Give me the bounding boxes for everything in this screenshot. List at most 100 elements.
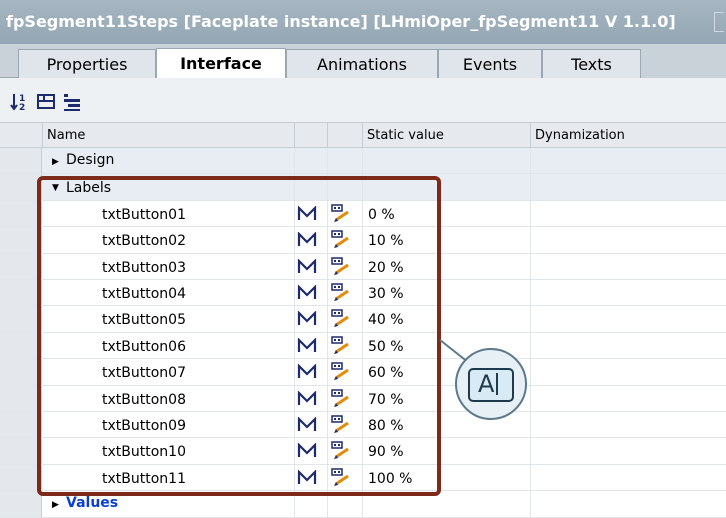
tree-group-design[interactable]: ▶ Design bbox=[0, 148, 726, 175]
row-name: txtButton08 bbox=[102, 391, 186, 408]
dynamic-property-icon[interactable] bbox=[297, 469, 317, 486]
tab-bar-filler bbox=[641, 49, 726, 78]
collapse-all-icon[interactable] bbox=[62, 91, 82, 111]
expand-all-icon[interactable] bbox=[36, 91, 56, 111]
cell-separator bbox=[362, 306, 363, 332]
tab-interface[interactable]: Interface bbox=[156, 48, 286, 78]
row-name: txtButton02 bbox=[102, 233, 186, 250]
column-header-dynamization[interactable]: Dynamization bbox=[530, 123, 726, 149]
edit-text-list-icon[interactable] bbox=[330, 309, 352, 329]
row-gutter bbox=[0, 306, 42, 332]
tab-animations[interactable]: Animations bbox=[286, 49, 438, 78]
edit-text-list-icon[interactable] bbox=[330, 362, 352, 382]
row-static-value: 90 % bbox=[368, 444, 404, 461]
cell-separator bbox=[362, 385, 363, 411]
group-label-labels: Labels bbox=[66, 180, 112, 197]
tab-bar: Properties Interface Animations Events T… bbox=[0, 44, 726, 78]
dynamic-property-icon[interactable] bbox=[297, 310, 317, 327]
cell-separator bbox=[362, 200, 363, 227]
edit-text-list-icon[interactable] bbox=[330, 230, 352, 250]
dynamic-property-icon[interactable] bbox=[297, 205, 317, 222]
row-name: txtButton11 bbox=[102, 470, 186, 487]
cell-separator bbox=[362, 280, 363, 306]
edit-text-list-icon[interactable] bbox=[330, 336, 352, 356]
collapse-arrow-icon[interactable]: ▼ bbox=[52, 183, 59, 193]
table-row[interactable]: txtButton06 50 % bbox=[0, 332, 726, 360]
cell-separator bbox=[530, 174, 531, 200]
cell-separator bbox=[294, 438, 295, 464]
cell-separator bbox=[294, 174, 295, 200]
column-header-label: Name bbox=[47, 128, 86, 143]
tab-events[interactable]: Events bbox=[438, 49, 542, 78]
edit-text-list-icon[interactable] bbox=[330, 441, 352, 461]
row-static-value: 70 % bbox=[368, 391, 404, 408]
row-gutter bbox=[0, 253, 42, 279]
cell-separator bbox=[362, 412, 363, 438]
table-row[interactable]: txtButton10 90 % bbox=[0, 438, 726, 465]
expand-arrow-icon[interactable]: ▶ bbox=[52, 500, 59, 510]
row-static-value: 60 % bbox=[368, 365, 404, 382]
svg-text:2: 2 bbox=[19, 103, 25, 113]
row-name: txtButton03 bbox=[102, 259, 186, 276]
dynamic-property-icon[interactable] bbox=[297, 442, 317, 459]
toolbar: 1 2 bbox=[0, 78, 726, 122]
edit-text-list-icon[interactable] bbox=[330, 468, 352, 488]
row-gutter bbox=[0, 174, 42, 200]
row-name: txtButton05 bbox=[102, 312, 186, 329]
dynamic-property-icon[interactable] bbox=[297, 363, 317, 380]
edit-text-list-icon[interactable] bbox=[330, 256, 352, 277]
cell-separator bbox=[327, 385, 328, 411]
edit-text-list-icon[interactable] bbox=[330, 415, 352, 435]
tab-properties[interactable]: Properties bbox=[18, 49, 156, 78]
cell-separator bbox=[327, 280, 328, 306]
edit-text-list-icon[interactable] bbox=[330, 204, 352, 224]
row-static-value: 80 % bbox=[368, 418, 404, 434]
sort-icon[interactable]: 1 2 bbox=[10, 91, 30, 113]
tab-texts[interactable]: Texts bbox=[542, 49, 641, 78]
cell-separator bbox=[327, 174, 328, 200]
table-row[interactable]: txtButton11 100 % bbox=[0, 464, 726, 492]
table-row[interactable]: txtButton01 0 % bbox=[0, 200, 726, 228]
row-name: txtButton10 bbox=[102, 444, 186, 461]
column-header-label: Static value bbox=[367, 128, 444, 143]
expand-arrow-icon[interactable]: ▶ bbox=[52, 157, 59, 167]
edit-text-list-icon[interactable] bbox=[330, 388, 352, 409]
row-name: txtButton09 bbox=[102, 418, 186, 434]
cell-separator bbox=[294, 491, 295, 517]
table-row[interactable]: txtButton02 10 % bbox=[0, 227, 726, 254]
table-row[interactable]: txtButton07 60 % bbox=[0, 359, 726, 386]
dynamic-property-icon[interactable] bbox=[297, 231, 317, 248]
cell-separator bbox=[294, 253, 295, 279]
title-extra-icon bbox=[714, 12, 724, 32]
dynamic-property-icon[interactable] bbox=[297, 257, 317, 275]
cell-separator bbox=[530, 200, 531, 227]
row-gutter bbox=[0, 438, 42, 464]
cell-separator bbox=[294, 464, 295, 491]
table-row[interactable]: txtButton03 20 % bbox=[0, 253, 726, 280]
table-row[interactable]: txtButton08 70 % bbox=[0, 385, 726, 412]
column-header-static-value[interactable]: Static value bbox=[362, 123, 530, 149]
dynamic-property-icon[interactable] bbox=[297, 337, 317, 354]
cell-separator bbox=[294, 359, 295, 385]
dynamic-property-icon[interactable] bbox=[297, 389, 317, 407]
tree-group-labels[interactable]: ▼ Labels bbox=[0, 174, 726, 201]
table-row[interactable]: txtButton09 80 % bbox=[0, 412, 726, 439]
column-header-name[interactable]: Name bbox=[42, 123, 294, 149]
text-edit-glyph: A bbox=[478, 370, 495, 398]
dynamic-property-icon[interactable] bbox=[297, 416, 317, 433]
row-name: txtButton06 bbox=[102, 338, 186, 355]
row-gutter bbox=[0, 464, 42, 491]
row-gutter bbox=[0, 332, 42, 359]
tree-group-values[interactable]: ▶ Values bbox=[0, 491, 726, 518]
cell-separator bbox=[294, 148, 295, 174]
cell-separator bbox=[327, 464, 328, 491]
row-gutter bbox=[0, 412, 42, 438]
edit-text-list-icon[interactable] bbox=[330, 283, 352, 303]
dynamic-property-icon[interactable] bbox=[297, 284, 317, 301]
tab-label: Interface bbox=[180, 54, 262, 73]
table-row[interactable]: txtButton04 30 % bbox=[0, 280, 726, 307]
cell-separator bbox=[362, 438, 363, 464]
cell-separator bbox=[362, 174, 363, 200]
table-row[interactable]: txtButton05 40 % bbox=[0, 306, 726, 333]
row-static-value: 30 % bbox=[368, 286, 404, 302]
